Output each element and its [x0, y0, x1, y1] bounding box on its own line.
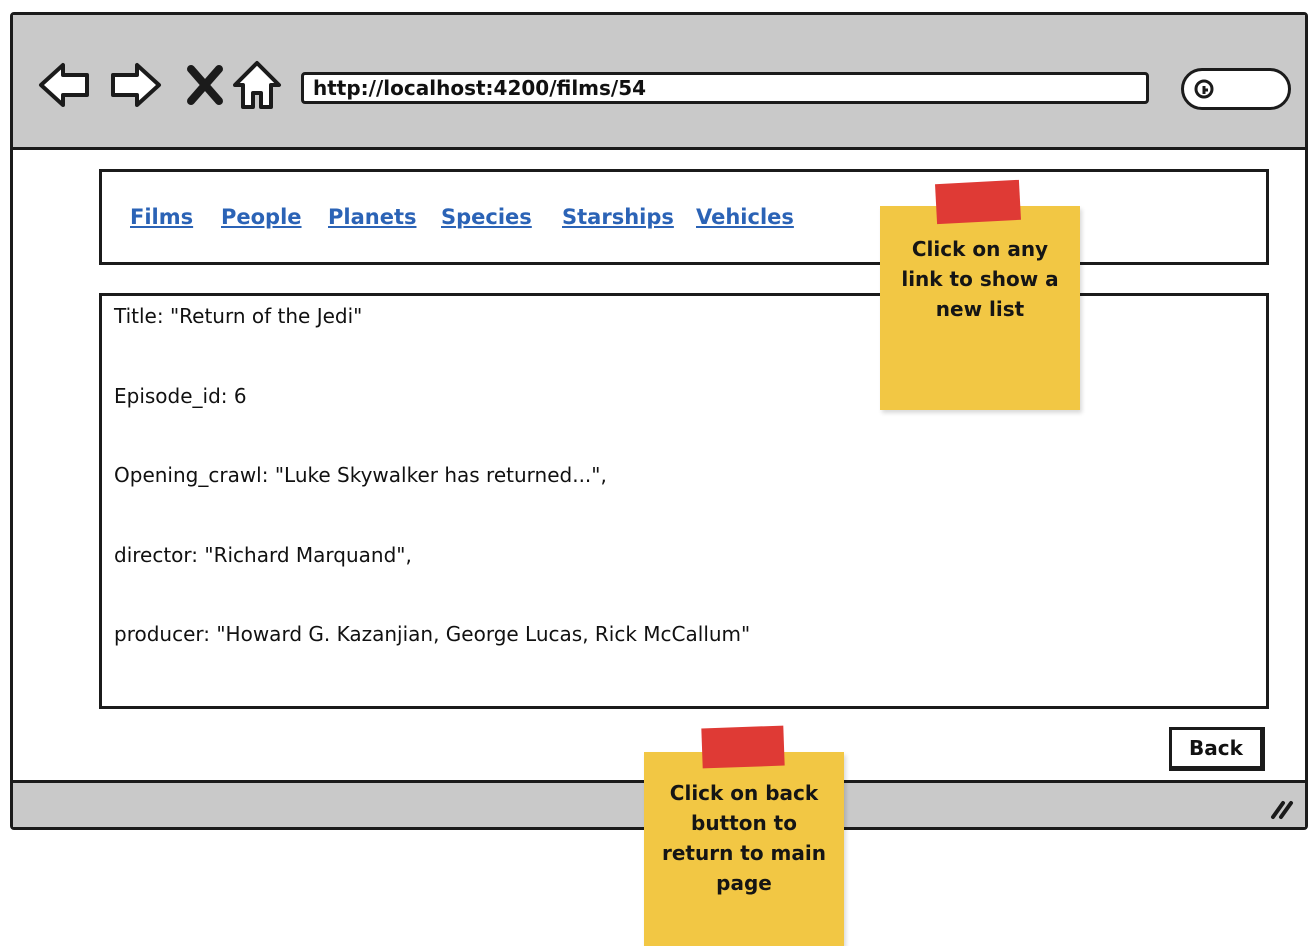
nav-link-films[interactable]: Films: [130, 205, 193, 229]
sticky-note-nav: Click on any link to show a new list: [880, 206, 1080, 410]
film-producer: producer: "Howard G. Kazanjian, George L…: [114, 622, 751, 646]
browser-toolbar: http://localhost:4200/films/54: [13, 15, 1305, 150]
home-icon[interactable]: [229, 57, 285, 113]
close-icon[interactable]: [179, 57, 235, 113]
nav-link-vehicles[interactable]: Vehicles: [696, 205, 794, 229]
browser-window: http://localhost:4200/films/54 Films Peo…: [10, 12, 1308, 830]
sticky-tape: [935, 179, 1021, 225]
main-nav: Films People Planets Species Starships V…: [99, 169, 1269, 265]
address-bar[interactable]: http://localhost:4200/films/54: [301, 72, 1149, 104]
back-arrow-icon[interactable]: [37, 57, 93, 113]
sticky-note-nav-text: Click on any link to show a new list: [901, 237, 1059, 321]
film-episode: Episode_id: 6: [114, 384, 247, 408]
nav-link-starships[interactable]: Starships: [562, 205, 674, 229]
film-crawl: Opening_crawl: "Luke Skywalker has retur…: [114, 463, 607, 487]
nav-link-species[interactable]: Species: [441, 205, 532, 229]
resize-grip-icon[interactable]: [1269, 795, 1295, 821]
forward-arrow-icon[interactable]: [107, 57, 163, 113]
back-button[interactable]: Back: [1169, 727, 1265, 771]
sticky-note-back: Click on back button to return to main p…: [644, 752, 844, 946]
sticky-tape: [701, 725, 785, 769]
search-icon: [1194, 79, 1214, 99]
sticky-note-back-text: Click on back button to return to main p…: [662, 781, 826, 895]
nav-link-planets[interactable]: Planets: [328, 205, 417, 229]
film-director: director: "Richard Marquand",: [114, 543, 412, 567]
search-field[interactable]: [1181, 68, 1291, 110]
film-title: Title: "Return of the Jedi": [114, 304, 363, 328]
film-detail-panel: Title: "Return of the Jedi" Episode_id: …: [99, 293, 1269, 709]
nav-link-people[interactable]: People: [221, 205, 302, 229]
